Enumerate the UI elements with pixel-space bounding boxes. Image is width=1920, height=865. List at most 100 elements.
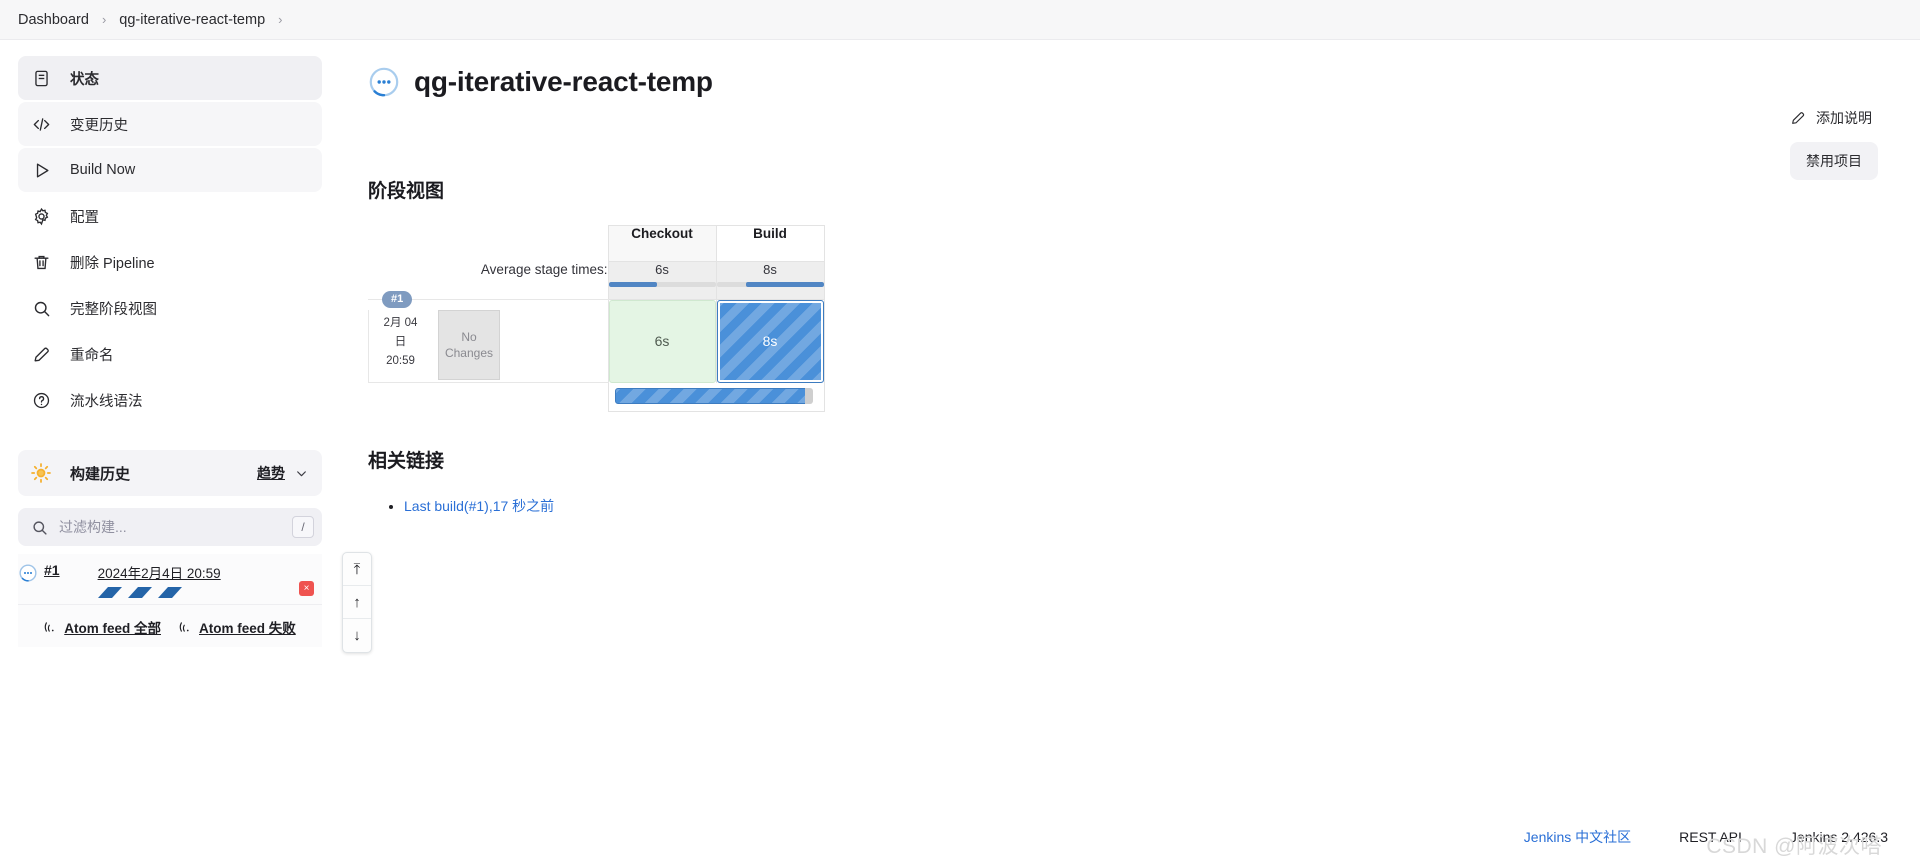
run-meta-cell: #1 2月 04 日 20:59 No Changes xyxy=(368,291,608,383)
trash-icon xyxy=(30,251,52,273)
sidebar-item-changes[interactable]: 变更历史 xyxy=(18,102,322,146)
sidebar-item-status[interactable]: 状态 xyxy=(18,56,322,100)
stage-view-section-title: 阶段视图 xyxy=(368,181,445,202)
code-icon xyxy=(30,113,52,135)
breadcrumb-item-dashboard[interactable]: Dashboard xyxy=(18,12,89,28)
breadcrumb-separator-icon: › xyxy=(101,12,107,27)
stage-view-run-row: #1 2月 04 日 20:59 No Changes 6s 8s xyxy=(368,291,825,383)
build-history-header: 构建历史 趋势 xyxy=(18,450,322,496)
build-history-row[interactable]: #1 2024年2月4日 20:59 × xyxy=(18,554,322,605)
add-description-button[interactable]: 添加说明 xyxy=(1784,104,1878,132)
in-progress-ball-icon xyxy=(368,66,400,98)
main-content: qg-iterative-react-temp 添加说明 禁用项目 阶段视图 C… xyxy=(342,40,1920,865)
build-trend-link[interactable]: 趋势 xyxy=(257,463,285,483)
atom-feed-failed-label: Atom feed 失败 xyxy=(199,621,296,636)
average-cell-build: 8s xyxy=(716,261,825,300)
build-history-scroll-nav: ⤒ ↑ ↓ xyxy=(342,552,372,653)
page-header: qg-iterative-react-temp xyxy=(368,66,1890,98)
stage-view-progress-row xyxy=(368,382,825,412)
sidebar-item-configure[interactable]: 配置 xyxy=(18,194,322,238)
sidebar-item-label-rename: 重命名 xyxy=(70,347,114,364)
run-timestamp: 2月 04 日 20:59 xyxy=(368,310,432,382)
sidebar-item-build-now[interactable]: Build Now xyxy=(18,148,322,192)
stage-box-checkout: 6s xyxy=(608,300,716,383)
jenkins-version-label: Jenkins 2.426.3 xyxy=(1789,829,1888,845)
document-icon xyxy=(30,67,52,89)
sidebar-item-label-delete-pipeline: 删除 Pipeline xyxy=(70,255,155,272)
rest-api-link[interactable]: REST API xyxy=(1679,829,1742,845)
add-description-label: 添加说明 xyxy=(1816,110,1872,126)
atom-feed-failed-link[interactable]: Atom feed 失败 xyxy=(179,617,296,637)
jenkins-community-link[interactable]: Jenkins 中文社区 xyxy=(1524,827,1631,847)
build-status-in-progress-icon xyxy=(18,563,38,583)
build-meta: 2024年2月4日 20:59 xyxy=(97,562,295,598)
stage-header-checkout: Checkout xyxy=(607,225,717,262)
stage-view-header-row: Checkout Build xyxy=(368,225,825,262)
average-bar-checkout xyxy=(608,282,716,287)
page-title: qg-iterative-react-temp xyxy=(414,66,713,97)
stage-box-build: 8s xyxy=(716,300,824,383)
run-progress-cell xyxy=(607,382,825,412)
build-filter-input[interactable] xyxy=(59,519,292,535)
scroll-up-button[interactable]: ↑ xyxy=(343,586,371,619)
sidebar-item-delete-pipeline[interactable]: 删除 Pipeline xyxy=(18,240,322,284)
run-number-badge[interactable]: #1 xyxy=(382,291,413,308)
breadcrumb-item-project[interactable]: qg-iterative-react-temp xyxy=(119,12,265,28)
build-history-list: #1 2024年2月4日 20:59 × Atom feed 全部 Atom f… xyxy=(18,554,322,647)
stage-view: Checkout Build Average stage times: 6s 8… xyxy=(368,225,1228,412)
sidebar-item-label-full-stage-view: 完整阶段视图 xyxy=(70,301,157,318)
weather-sun-icon xyxy=(30,462,52,484)
atom-feed-all-label: Atom feed 全部 xyxy=(64,621,161,636)
stage-header-build: Build xyxy=(716,225,825,262)
sidebar-item-label-status: 状态 xyxy=(70,71,99,88)
delete-build-button[interactable]: × xyxy=(299,581,314,596)
average-cell-checkout: 6s xyxy=(607,261,717,300)
run-cell-build[interactable]: 8s xyxy=(716,299,825,383)
search-icon xyxy=(30,297,52,319)
page-body: 状态 变更历史 Build Now 配置 删除 Pipeline 完整阶段视图 … xyxy=(0,40,1920,865)
play-icon xyxy=(30,159,52,181)
related-links-title: 相关链接 xyxy=(368,450,445,472)
atom-feeds-row: Atom feed 全部 Atom feed 失败 xyxy=(18,605,322,647)
build-timestamp-link[interactable]: 2024年2月4日 20:59 xyxy=(98,562,295,582)
gear-icon xyxy=(30,205,52,227)
chevron-down-icon[interactable] xyxy=(295,467,308,480)
run-time-value: 20:59 xyxy=(386,355,415,367)
stage-view-table: Checkout Build Average stage times: 6s 8… xyxy=(368,225,825,412)
run-date-line1: 2月 04 xyxy=(383,317,418,329)
breadcrumb-separator-icon-2: › xyxy=(278,12,283,27)
page-footer: Jenkins 中文社区 REST API Jenkins 2.426.3 xyxy=(1524,827,1888,847)
run-changes-box: No Changes xyxy=(438,310,500,380)
sidebar-item-label-configure: 配置 xyxy=(70,209,99,226)
average-bar-build xyxy=(716,282,824,287)
average-stage-times-row: Average stage times: 6s 8s xyxy=(368,261,825,300)
related-links-list: Last build(#1),17 秒之前 xyxy=(404,495,1890,517)
progress-blank-cell xyxy=(368,383,608,412)
sidebar-item-label-build-now: Build Now xyxy=(70,162,136,178)
sidebar: 状态 变更历史 Build Now 配置 删除 Pipeline 完整阶段视图 … xyxy=(0,40,342,865)
sidebar-item-full-stage-view[interactable]: 完整阶段视图 xyxy=(18,286,322,330)
run-cell-checkout[interactable]: 6s xyxy=(607,299,717,383)
sidebar-item-label-changes: 变更历史 xyxy=(70,117,128,134)
average-time-build: 8s xyxy=(763,262,777,277)
filter-shortcut-badge: / xyxy=(292,516,314,538)
sidebar-item-rename[interactable]: 重命名 xyxy=(18,332,322,376)
list-item: Last build(#1),17 秒之前 xyxy=(404,495,1890,517)
disable-project-button[interactable]: 禁用项目 xyxy=(1790,142,1878,180)
sidebar-item-pipeline-syntax[interactable]: 流水线语法 xyxy=(18,378,322,422)
sidebar-item-label-pipeline-syntax: 流水线语法 xyxy=(70,393,143,410)
build-filter-container[interactable]: / xyxy=(18,508,322,546)
stage-header-blank xyxy=(368,226,608,262)
help-circle-icon xyxy=(30,389,52,411)
scroll-to-top-button[interactable]: ⤒ xyxy=(343,553,371,586)
scroll-down-button[interactable]: ↓ xyxy=(343,619,371,652)
pencil-icon xyxy=(30,343,52,365)
average-time-checkout: 6s xyxy=(655,262,669,277)
last-build-link[interactable]: Last build(#1),17 秒之前 xyxy=(404,498,554,514)
run-date-line2: 日 xyxy=(394,336,407,348)
breadcrumb: Dashboard › qg-iterative-react-temp › xyxy=(0,0,1920,40)
run-progress-bar xyxy=(614,387,814,404)
search-icon-filter xyxy=(31,519,48,536)
atom-feed-all-link[interactable]: Atom feed 全部 xyxy=(44,617,161,637)
build-number-link[interactable]: #1 xyxy=(44,562,60,578)
